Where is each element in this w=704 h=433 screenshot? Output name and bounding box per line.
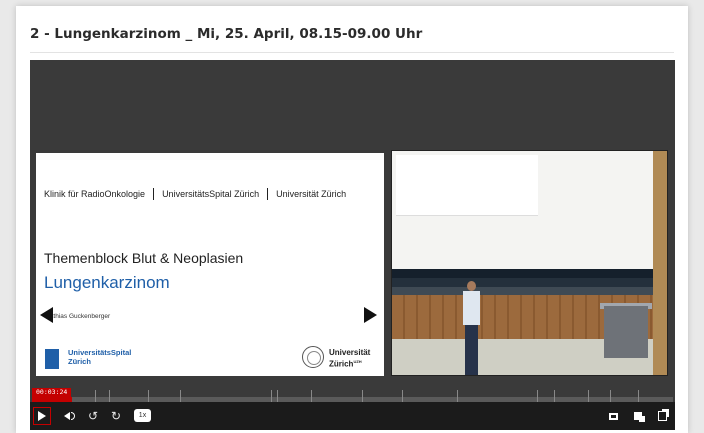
chapter-marker[interactable]	[588, 390, 589, 402]
previous-slide-icon[interactable]	[40, 307, 53, 323]
uzh-logo-line1: Universität	[329, 348, 371, 357]
copy-icon[interactable]	[654, 407, 670, 425]
chapter-marker[interactable]	[95, 390, 96, 402]
wood-pillar	[653, 151, 667, 375]
uzh-logo-line2: Zürich	[329, 359, 354, 369]
usz-logo-icon	[45, 349, 59, 369]
usz-logo-line1: UniversitätsSpital	[68, 348, 132, 357]
chapter-marker[interactable]	[311, 390, 312, 402]
next-slide-icon[interactable]	[364, 307, 377, 323]
video-player[interactable]: Klinik für RadioOnkologie UniversitätsSp…	[30, 60, 675, 430]
layout-icon[interactable]	[630, 407, 646, 425]
rewind-icon[interactable]: ↺	[85, 407, 101, 425]
header-separator	[267, 188, 269, 200]
current-time-badge: 00:03:24	[32, 388, 72, 397]
play-icon[interactable]	[33, 407, 51, 425]
chapter-marker[interactable]	[362, 390, 363, 402]
forward-icon[interactable]: ↻	[108, 407, 124, 425]
speaker-legs	[465, 325, 478, 375]
chapter-marker[interactable]	[537, 390, 538, 402]
camera-video	[391, 150, 668, 376]
usz-logo-line2: Zürich	[68, 357, 91, 366]
slide-header-item: Universität Zürich	[276, 189, 347, 199]
playback-speed-button[interactable]: 1x	[134, 409, 151, 422]
chapter-marker[interactable]	[457, 390, 458, 402]
speaker-head	[467, 281, 476, 291]
chapter-marker[interactable]	[402, 390, 403, 402]
chapter-marker[interactable]	[109, 390, 110, 402]
chapter-marker[interactable]	[554, 390, 555, 402]
chapter-marker[interactable]	[610, 390, 611, 402]
slide-author: atthias Guckenberger	[48, 313, 111, 320]
title-divider	[30, 52, 674, 53]
page-title: 2 - Lungenkarzinom _ Mi, 25. April, 08.1…	[30, 26, 423, 42]
slide-title: Lungenkarzinom	[44, 273, 170, 292]
fullscreen-icon[interactable]	[605, 407, 621, 425]
presentation-slide: Klinik für RadioOnkologie UniversitätsSp…	[36, 153, 384, 376]
slide-header-item: Klinik für RadioOnkologie	[44, 189, 146, 199]
control-bar: ↺ ↻ 1x	[30, 402, 675, 430]
lecture-card: 2 - Lungenkarzinom _ Mi, 25. April, 08.1…	[16, 6, 688, 433]
chapter-marker[interactable]	[271, 390, 272, 402]
hall-stripe	[392, 287, 667, 295]
chapter-marker[interactable]	[638, 390, 639, 402]
slide-subtitle: Themenblock Blut & Neoplasien	[44, 250, 244, 266]
chapter-marker[interactable]	[277, 390, 278, 402]
chapter-marker[interactable]	[148, 390, 149, 402]
speaker-body	[463, 291, 480, 325]
hall-stripe	[392, 269, 667, 278]
slide-header-item: UniversitätsSpital Zürich	[162, 189, 260, 199]
projection-screen	[396, 155, 538, 216]
hall-stripe	[392, 278, 667, 287]
volume-icon[interactable]	[61, 407, 77, 425]
usz-logo-text: UniversitätsSpital Zürich	[68, 348, 131, 366]
uzh-seal-icon	[302, 346, 324, 368]
slide-header: Klinik für RadioOnkologie UniversitätsSp…	[44, 188, 346, 200]
uzh-logo-sup: UZH	[353, 359, 362, 364]
chapter-marker[interactable]	[180, 390, 181, 402]
header-separator	[153, 188, 155, 200]
lectern	[604, 306, 648, 358]
uzh-logo-text: Universität ZürichUZH	[329, 348, 370, 369]
